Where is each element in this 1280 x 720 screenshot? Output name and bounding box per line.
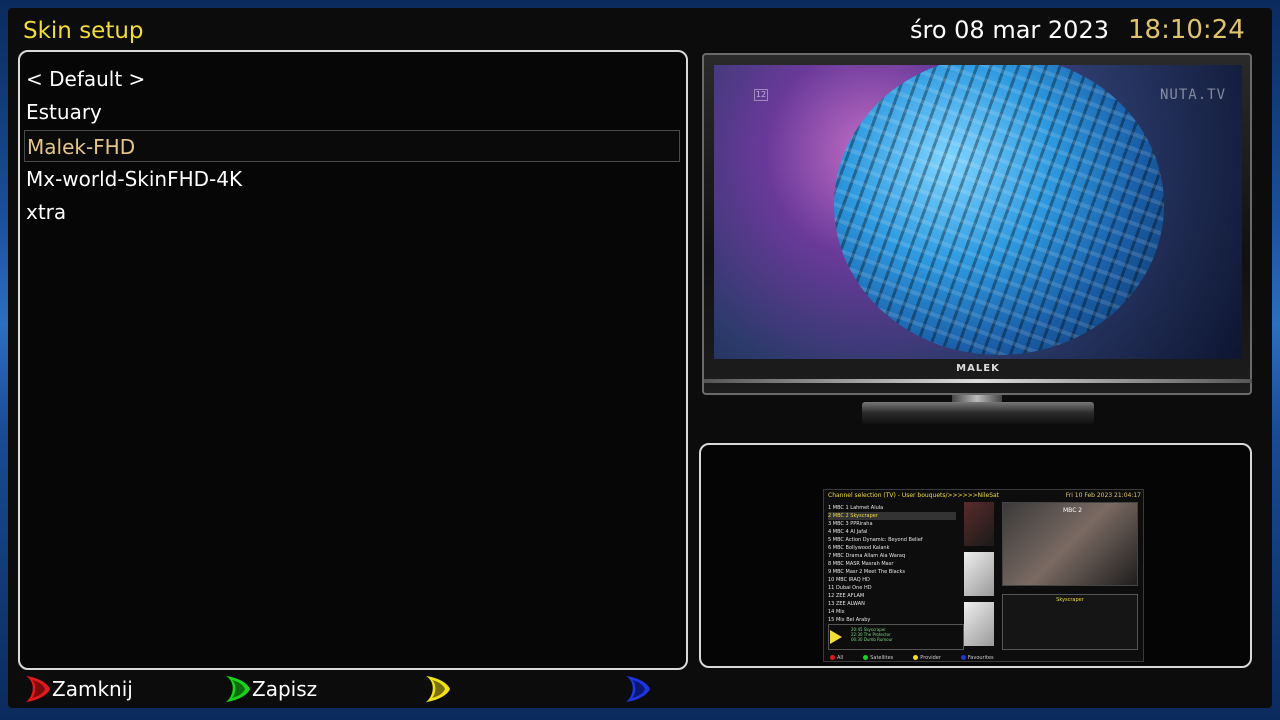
save-button[interactable]: Zapisz (222, 674, 317, 704)
live-video: 12 NUTA.TV (714, 65, 1242, 359)
mini-footer: All Satellites Provider Favourites (824, 653, 1143, 661)
mini-tv-preview: MBC 2 (1002, 502, 1138, 586)
mini-channel-row: 4 MBC 4 Al Jafal (828, 529, 868, 535)
mini-channel-row: 3 MBC 3 PPRiraha (828, 521, 873, 527)
tv-preview: 12 NUTA.TV MALEK (702, 53, 1252, 424)
mini-footer-item: Provider (913, 655, 941, 661)
page-title: Skin setup (23, 18, 144, 44)
mini-channel-row: 1 MBC 1 Lahmet Alula (828, 505, 884, 511)
mini-channel-row: 15 Mix Bel Araby (828, 617, 871, 623)
tv-stand-base (862, 402, 1094, 424)
skin-list-item[interactable]: xtra (24, 196, 680, 228)
mini-header: Channel selection (TV) - User bouquets/>… (824, 490, 1143, 502)
skin-preview-screenshot: Channel selection (TV) - User bouquets/>… (823, 489, 1144, 662)
mini-channel-row: 5 MBC Action Dynamic: Beyond Belief (828, 537, 923, 543)
mini-header-title: Channel selection (TV) - User bouquets/>… (828, 492, 1000, 499)
video-frame-image (834, 65, 1164, 355)
mini-channel-row: 7 MBC Drama Allam Ala Waraq (828, 553, 906, 559)
mini-info-box: 20:45 Skyscraper 22:30 The Protector 00:… (828, 624, 964, 650)
yellow-button[interactable] (422, 674, 452, 704)
skin-list-item[interactable]: Estuary (24, 96, 680, 128)
mini-footer-item: Satellites (863, 655, 893, 661)
mini-poster-column (964, 502, 998, 652)
skin-list-item[interactable]: Mx-world-SkinFHD-4K (24, 163, 680, 195)
green-button-icon (226, 676, 250, 702)
mini-channel-row: 10 MBC IRAQ HD (828, 577, 870, 583)
mini-channel-row: 13 ZEE ALWAN (828, 601, 865, 607)
tv-frame: 12 NUTA.TV MALEK (702, 53, 1252, 395)
mini-channel-row-selected: 2 MBC 2 Skyscraper (828, 512, 956, 520)
close-button-label: Zamknij (52, 677, 133, 701)
mini-footer-item: Favourites (960, 655, 994, 661)
mini-channel-row: 11 Dubai One HD (828, 585, 872, 591)
red-button-icon (26, 676, 50, 702)
mini-channel-row: 12 ZEE AFLAM (828, 593, 865, 599)
tv-brand-label: MALEK (956, 363, 1000, 374)
mini-poster (964, 602, 994, 646)
mini-info-line: 00:30 Dumb Rumour (851, 637, 893, 642)
date-display: śro 08 mar 2023 (910, 16, 1109, 44)
mini-footer-item: All (830, 655, 843, 661)
yellow-button-icon (426, 676, 450, 702)
skin-list-panel: < Default > Estuary Malek-FHD Mx-world-S… (18, 50, 688, 670)
clock-display: 18:10:24 (1128, 15, 1245, 45)
mini-header-clock: Fri 10 Feb 2023 21:04:17 (1065, 492, 1141, 499)
blue-button[interactable] (622, 674, 652, 704)
mini-epg-box: Skyscraper (1002, 594, 1138, 650)
mini-channel-row: 9 MBC Masr 2 Meet The Blacks (828, 569, 905, 575)
blue-button-icon (626, 676, 650, 702)
tv-chrome-strip (704, 379, 1252, 383)
skin-list-item[interactable]: < Default > (24, 63, 680, 95)
age-rating-badge: 12 (754, 89, 768, 101)
skin-preview-panel: Channel selection (TV) - User bouquets/>… (699, 443, 1252, 668)
mini-channel-row: 6 MBC Bollywood Kalank (828, 545, 890, 551)
skin-list-item-selected[interactable]: Malek-FHD (24, 130, 680, 162)
mini-poster (964, 552, 994, 596)
save-button-label: Zapisz (252, 677, 318, 701)
mini-channel-row: 14 Mix (828, 609, 845, 615)
mini-poster (964, 502, 994, 546)
mini-channel-row: 8 MBC MASR Masrah Masr (828, 561, 894, 567)
mini-tv-channel: MBC 2 (1063, 507, 1083, 514)
mini-epg-title: Skyscraper (1056, 597, 1084, 603)
close-button[interactable]: Zamknij (22, 674, 133, 704)
mini-channel-list: 1 MBC 1 Lahmet Alula 2 MBC 2 Skyscraper … (828, 504, 956, 624)
channel-logo: NUTA.TV (1160, 87, 1227, 103)
